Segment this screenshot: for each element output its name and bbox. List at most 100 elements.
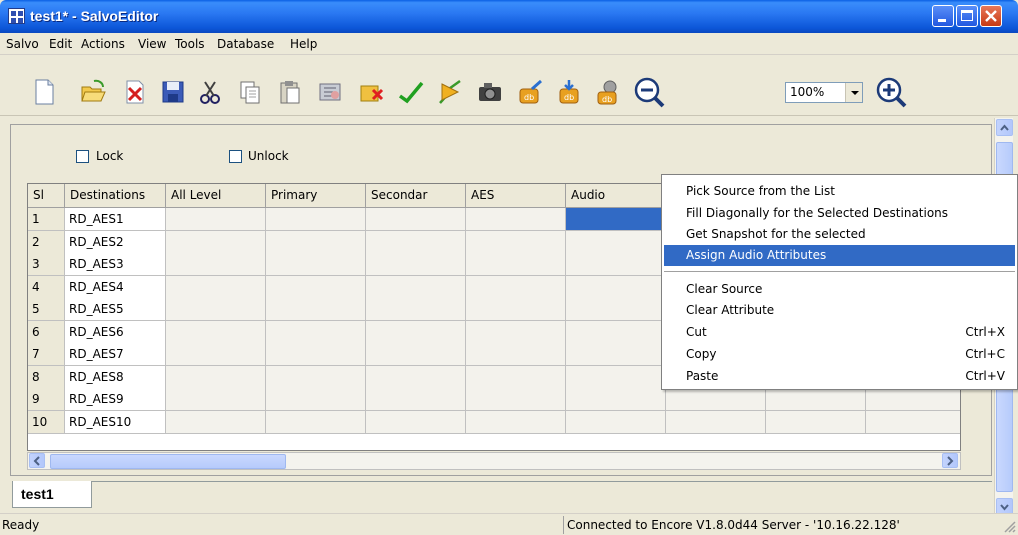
cut-icon[interactable] bbox=[196, 78, 224, 106]
row-number-cell[interactable]: 8 bbox=[28, 365, 65, 389]
row-number-cell[interactable]: 5 bbox=[28, 298, 65, 321]
grid-cell[interactable] bbox=[566, 320, 666, 344]
destination-cell[interactable]: RD_AES7 bbox=[65, 343, 166, 366]
ctx-clear-attribute[interactable]: Clear Attribute bbox=[664, 300, 1015, 321]
destination-cell[interactable]: RD_AES2 bbox=[65, 230, 166, 254]
grid-cell[interactable] bbox=[266, 388, 366, 411]
grid-cell[interactable] bbox=[166, 388, 266, 411]
clear-tool-icon[interactable] bbox=[357, 78, 385, 106]
row-number-cell[interactable]: 9 bbox=[28, 388, 65, 411]
destination-cell[interactable]: RD_AES4 bbox=[65, 275, 166, 299]
db-upload-icon[interactable]: db bbox=[516, 78, 544, 106]
horizontal-scroll-thumb[interactable] bbox=[50, 454, 286, 469]
grid-cell[interactable] bbox=[266, 230, 366, 254]
grid-cell[interactable] bbox=[666, 388, 766, 411]
ctx-cut[interactable]: Cut Ctrl+X bbox=[664, 322, 1015, 343]
grid-cell[interactable] bbox=[366, 230, 466, 254]
zoom-out-icon[interactable] bbox=[632, 75, 666, 109]
row-number-cell[interactable]: 3 bbox=[28, 253, 65, 276]
grid-cell[interactable] bbox=[566, 253, 666, 276]
grid-cell[interactable] bbox=[366, 298, 466, 321]
paste-icon[interactable] bbox=[276, 78, 304, 106]
grid-cell[interactable] bbox=[766, 388, 866, 411]
destination-cell[interactable]: RD_AES3 bbox=[65, 253, 166, 276]
destination-cell[interactable]: RD_AES8 bbox=[65, 365, 166, 389]
tab-test1[interactable]: test1 bbox=[12, 481, 92, 508]
ctx-copy[interactable]: Copy Ctrl+C bbox=[664, 344, 1015, 365]
destination-cell[interactable]: RD_AES6 bbox=[65, 320, 166, 344]
column-header-aes[interactable]: AES bbox=[466, 184, 566, 208]
grid-cell[interactable] bbox=[266, 410, 366, 434]
grid-cell[interactable] bbox=[466, 275, 566, 299]
zoom-in-icon[interactable] bbox=[874, 75, 908, 109]
menu-view[interactable]: View bbox=[138, 37, 166, 51]
grid-cell[interactable] bbox=[266, 365, 366, 389]
column-header-destinations[interactable]: Destinations bbox=[65, 184, 166, 208]
grid-cell[interactable] bbox=[366, 275, 466, 299]
grid-cell[interactable] bbox=[466, 388, 566, 411]
grid-cell[interactable] bbox=[566, 230, 666, 254]
table-row[interactable]: 10 RD_AES10 bbox=[28, 410, 960, 434]
menu-help[interactable]: Help bbox=[290, 37, 317, 51]
ctx-clear-source[interactable]: Clear Source bbox=[664, 279, 1015, 300]
row-number-cell[interactable]: 1 bbox=[28, 208, 65, 231]
scroll-up-button[interactable] bbox=[996, 119, 1013, 136]
grid-cell[interactable] bbox=[866, 410, 960, 434]
menu-tools[interactable]: Tools bbox=[175, 37, 205, 51]
grid-cell[interactable] bbox=[166, 320, 266, 344]
horizontal-scrollbar[interactable] bbox=[27, 452, 961, 470]
column-header-all-level[interactable]: All Level bbox=[166, 184, 266, 208]
destination-cell[interactable]: RD_AES5 bbox=[65, 298, 166, 321]
grid-cell[interactable] bbox=[166, 230, 266, 254]
grid-cell[interactable] bbox=[566, 365, 666, 389]
snapshot-icon[interactable] bbox=[476, 78, 504, 106]
minimize-button[interactable] bbox=[932, 5, 954, 27]
grid-cell[interactable] bbox=[466, 320, 566, 344]
grid-cell[interactable] bbox=[366, 343, 466, 366]
table-row[interactable]: 9 RD_AES9 bbox=[28, 388, 960, 411]
grid-cell[interactable] bbox=[166, 275, 266, 299]
lock-checkbox[interactable] bbox=[76, 150, 89, 163]
column-header-primary[interactable]: Primary bbox=[266, 184, 366, 208]
maximize-button[interactable] bbox=[956, 5, 978, 27]
grid-cell[interactable] bbox=[166, 208, 266, 231]
scroll-left-button[interactable] bbox=[29, 453, 45, 468]
row-number-cell[interactable]: 2 bbox=[28, 230, 65, 254]
close-file-icon[interactable] bbox=[120, 78, 148, 106]
ctx-assign-audio-attributes[interactable]: Assign Audio Attributes bbox=[664, 245, 1015, 266]
grid-cell[interactable] bbox=[366, 388, 466, 411]
row-number-cell[interactable]: 4 bbox=[28, 275, 65, 299]
check-icon[interactable] bbox=[397, 78, 425, 106]
destination-cell[interactable]: RD_AES10 bbox=[65, 410, 166, 434]
menu-edit[interactable]: Edit bbox=[49, 37, 72, 51]
grid-cell[interactable] bbox=[266, 320, 366, 344]
open-icon[interactable] bbox=[79, 78, 107, 106]
db-settings-icon[interactable]: db bbox=[594, 78, 622, 106]
take-icon[interactable] bbox=[436, 78, 464, 106]
grid-cell[interactable] bbox=[366, 365, 466, 389]
grid-cell[interactable] bbox=[166, 298, 266, 321]
save-icon[interactable] bbox=[159, 78, 187, 106]
grid-cell[interactable] bbox=[266, 208, 366, 231]
new-icon[interactable] bbox=[30, 78, 58, 106]
grid-cell[interactable] bbox=[566, 388, 666, 411]
grid-cell[interactable] bbox=[466, 298, 566, 321]
grid-cell[interactable] bbox=[366, 410, 466, 434]
grid-cell[interactable] bbox=[566, 343, 666, 366]
fill-tool-icon[interactable] bbox=[316, 78, 344, 106]
grid-cell[interactable] bbox=[366, 208, 466, 231]
close-button[interactable] bbox=[980, 5, 1002, 27]
grid-cell[interactable] bbox=[266, 253, 366, 276]
grid-cell[interactable] bbox=[466, 410, 566, 434]
menu-salvo[interactable]: Salvo bbox=[6, 37, 39, 51]
grid-cell[interactable] bbox=[566, 410, 666, 434]
chevron-down-icon[interactable] bbox=[845, 83, 862, 102]
row-number-cell[interactable]: 6 bbox=[28, 320, 65, 344]
grid-cell[interactable] bbox=[166, 365, 266, 389]
unlock-checkbox[interactable] bbox=[229, 150, 242, 163]
destination-cell[interactable]: RD_AES1 bbox=[65, 208, 166, 231]
title-bar[interactable]: test1* - SalvoEditor bbox=[0, 0, 1018, 33]
grid-cell[interactable] bbox=[466, 253, 566, 276]
grid-cell[interactable] bbox=[266, 343, 366, 366]
resize-grip-icon[interactable] bbox=[1002, 519, 1016, 533]
